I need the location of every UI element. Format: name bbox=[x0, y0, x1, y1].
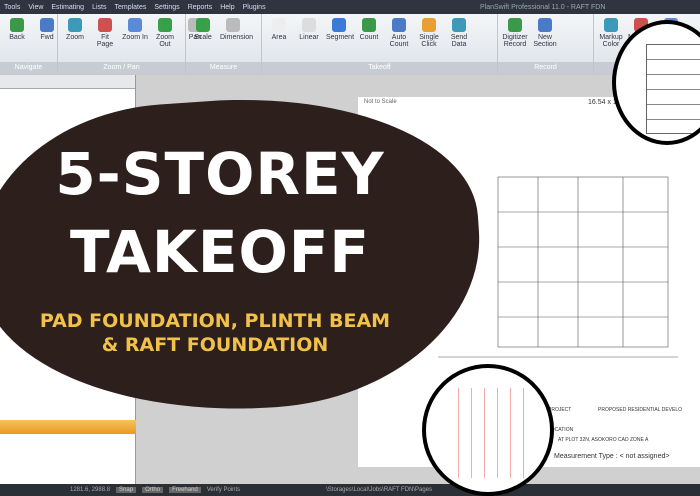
button-label: Zoom bbox=[66, 34, 84, 41]
button-label: Back bbox=[9, 34, 25, 41]
menu-reports[interactable]: Reports bbox=[188, 4, 213, 11]
digitizer-record-button[interactable]: Digitizer Record bbox=[502, 18, 528, 48]
menu-estimating[interactable]: Estimating bbox=[51, 4, 84, 11]
send-data-icon bbox=[452, 18, 466, 32]
group-label: Record bbox=[498, 62, 593, 74]
scale-icon bbox=[196, 18, 210, 32]
button-label: Fwd bbox=[40, 34, 54, 41]
linear-button[interactable]: Linear bbox=[296, 18, 322, 41]
menu-tools[interactable]: Tools bbox=[4, 4, 20, 11]
scale-button[interactable]: Scale bbox=[190, 18, 216, 41]
button-label: Linear bbox=[299, 34, 319, 41]
button-label: Count bbox=[359, 34, 379, 41]
ribbon-group-3: Area Linear Segment Count Auto Count Single C… bbox=[262, 14, 498, 74]
count-icon bbox=[362, 18, 376, 32]
group-label: Measure bbox=[186, 62, 261, 74]
button-label: Scale bbox=[194, 34, 212, 41]
button-label: Single Click bbox=[419, 34, 439, 48]
zoom-out-button[interactable]: Zoom Out bbox=[152, 18, 178, 48]
location: AT PLOT 32N, ASOKORO CAD ZONE A bbox=[558, 437, 649, 443]
fwd-button[interactable]: Fwd bbox=[34, 18, 60, 41]
coords: 1281.6, 2988.8 bbox=[70, 487, 111, 493]
ribbon-group-2: Scale Dimension Measure bbox=[186, 14, 262, 74]
ribbon: Back Fwd Navigate Zoom Fit Page Zoom In Zoom O… bbox=[0, 14, 700, 74]
ribbon-group-4: Digitizer Record New Section Record bbox=[498, 14, 594, 74]
job-path: \Storages\Local\Jobs\RAFT FDN\Pages bbox=[326, 487, 433, 493]
subtitle-line2: & RAFT FOUNDATION bbox=[101, 334, 329, 356]
verify-points[interactable]: Verify Points bbox=[207, 487, 240, 493]
button-label: Send Data bbox=[450, 34, 468, 48]
button-label: Fit Page bbox=[96, 34, 114, 48]
button-label: Auto Count bbox=[389, 34, 409, 48]
menu-help[interactable]: Help bbox=[220, 4, 234, 11]
zoom-button[interactable]: Zoom bbox=[62, 18, 88, 41]
segment-button[interactable]: Segment bbox=[326, 18, 355, 41]
new-section-button[interactable]: New Section bbox=[532, 18, 558, 48]
window-title: PlanSwift Professional 11.0 - RAFT FDN bbox=[480, 3, 606, 11]
send-data-button[interactable]: Send Data bbox=[446, 18, 472, 48]
headline-line2: TAKEOFF bbox=[69, 218, 371, 286]
zoom-in-button[interactable]: Zoom In bbox=[122, 18, 148, 41]
status-bar: 1281.6, 2988.8 Snap Ortho Freehand Verif… bbox=[0, 484, 700, 496]
menu-bar: Tools View Estimating Lists Templates Setting… bbox=[0, 0, 700, 14]
markup-color-button[interactable]: Markup Color bbox=[598, 18, 624, 48]
scale-note: Not to Scale bbox=[364, 99, 397, 105]
button-label: Dimension bbox=[220, 34, 254, 41]
headline-line1: 5-STOREY bbox=[55, 140, 385, 208]
dimension-icon bbox=[226, 18, 240, 32]
ribbon-group-1: Zoom Fit Page Zoom In Zoom Out Pan Zoom / Pan bbox=[58, 14, 202, 74]
menu-templates[interactable]: Templates bbox=[114, 4, 146, 11]
progress-bar bbox=[0, 420, 136, 434]
measurement-type: Measurement Type : < not assigned> bbox=[554, 453, 670, 460]
button-label: Zoom In bbox=[122, 34, 148, 41]
button-label: Segment bbox=[326, 34, 355, 41]
button-label: Zoom Out bbox=[156, 34, 174, 48]
zoom-inset-foundation bbox=[422, 364, 554, 496]
zoom-in-icon bbox=[128, 18, 142, 32]
menu-settings[interactable]: Settings bbox=[154, 4, 179, 11]
menu-view[interactable]: View bbox=[28, 4, 43, 11]
ortho-toggle[interactable]: Ortho bbox=[142, 487, 164, 493]
group-label: Navigate bbox=[0, 62, 57, 74]
snap-toggle[interactable]: Snap bbox=[116, 487, 137, 493]
subtitle-line1: PAD FOUNDATION, PLINTH BEAM bbox=[39, 310, 391, 332]
markup-color-icon bbox=[604, 18, 618, 32]
auto-count-icon bbox=[392, 18, 406, 32]
panel-toolbar bbox=[0, 75, 135, 89]
menu-lists[interactable]: Lists bbox=[92, 4, 106, 11]
button-label: Digitizer Record bbox=[502, 34, 528, 48]
count-button[interactable]: Count bbox=[356, 18, 382, 41]
auto-count-button[interactable]: Auto Count bbox=[386, 18, 412, 48]
digitizer-record-icon bbox=[508, 18, 522, 32]
fit-page-icon bbox=[98, 18, 112, 32]
single-click-button[interactable]: Single Click bbox=[416, 18, 442, 48]
button-label: New Section bbox=[533, 34, 557, 48]
freehand-toggle[interactable]: Freehand bbox=[169, 487, 201, 493]
area-button[interactable]: Area bbox=[266, 18, 292, 41]
zoom-out-icon bbox=[158, 18, 172, 32]
new-section-icon bbox=[538, 18, 552, 32]
sheet-size: 16.54 x 1 bbox=[588, 99, 617, 106]
area-icon bbox=[272, 18, 286, 32]
project-name: PROPOSED RESIDENTIAL DEVELO bbox=[598, 407, 683, 413]
group-label: Takeoff bbox=[262, 62, 497, 74]
linear-icon bbox=[302, 18, 316, 32]
segment-icon bbox=[332, 18, 346, 32]
menu-plugins[interactable]: Plugins bbox=[243, 4, 266, 11]
ribbon-group-0: Back Fwd Navigate bbox=[0, 14, 58, 74]
fwd-icon bbox=[40, 18, 54, 32]
back-icon bbox=[10, 18, 24, 32]
zoom-icon bbox=[68, 18, 82, 32]
fit-page-button[interactable]: Fit Page bbox=[92, 18, 118, 48]
button-label: Markup Color bbox=[599, 34, 623, 48]
single-click-icon bbox=[422, 18, 436, 32]
button-label: Area bbox=[271, 34, 287, 41]
dimension-button[interactable]: Dimension bbox=[220, 18, 253, 41]
back-button[interactable]: Back bbox=[4, 18, 30, 41]
group-label: Zoom / Pan bbox=[58, 62, 185, 74]
